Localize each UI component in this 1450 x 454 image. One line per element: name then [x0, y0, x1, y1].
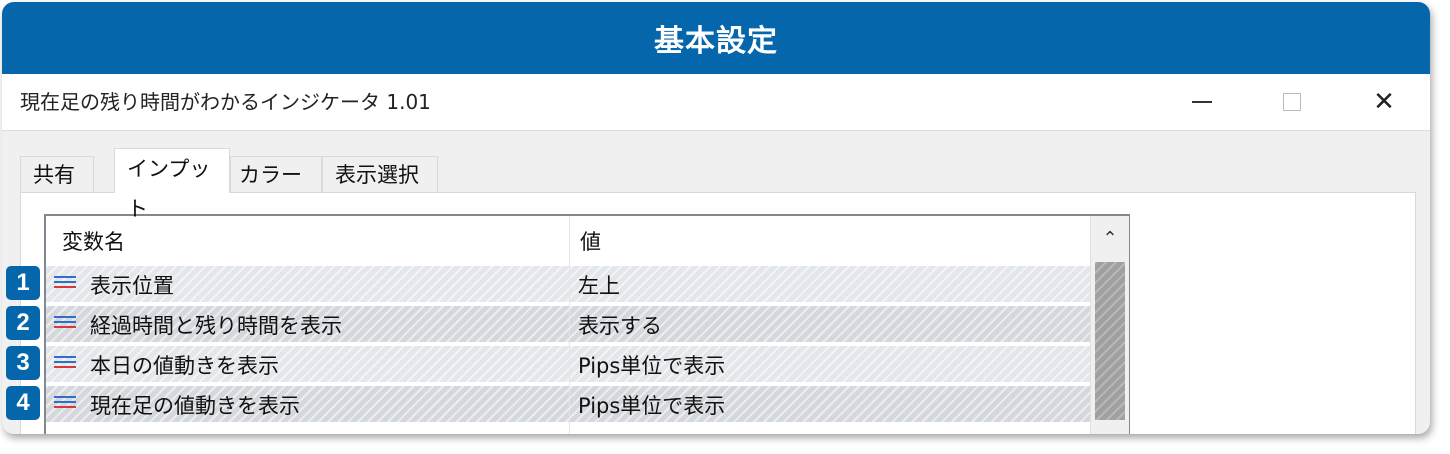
row-variable-name: 経過時間と残り時間を表示: [90, 314, 342, 338]
row-number-badge: 1: [6, 266, 40, 300]
row-value[interactable]: 表示する: [578, 306, 662, 344]
tab-input[interactable]: インプット: [114, 148, 230, 221]
settings-frame: 基本設定 現在足の残り時間がわかるインジケータ 1.01 ✕ 共有 インプット …: [2, 2, 1430, 434]
minimize-button[interactable]: [1172, 74, 1232, 130]
row-value[interactable]: Pips単位で表示: [578, 386, 725, 424]
parameter-icon: [54, 276, 76, 294]
row-value[interactable]: Pips単位で表示: [578, 346, 725, 384]
maximize-button[interactable]: [1262, 74, 1322, 130]
row-variable-name: 表示位置: [90, 274, 174, 298]
row-number-badge: 4: [6, 386, 40, 420]
row-value[interactable]: 左上: [578, 266, 620, 304]
window-title: 現在足の残り時間がわかるインジケータ 1.01: [20, 90, 431, 114]
scrollbar-thumb[interactable]: [1095, 262, 1125, 420]
header-value[interactable]: 値: [580, 216, 601, 266]
banner-title: 基本設定: [2, 2, 1430, 74]
maximize-icon: [1283, 93, 1301, 111]
table-row[interactable]: 表示位置 左上: [46, 266, 1090, 304]
table-header: 変数名 値: [46, 216, 1090, 267]
table-row[interactable]: 現在足の値動きを表示 Pips単位で表示: [46, 386, 1090, 424]
row-number-badge: 2: [6, 306, 40, 340]
table-row[interactable]: 本日の値動きを表示 Pips単位で表示: [46, 346, 1090, 384]
close-icon: ✕: [1373, 87, 1395, 117]
minimize-icon: [1192, 101, 1212, 103]
row-variable-name: 本日の値動きを表示: [90, 354, 279, 378]
tab-color[interactable]: カラー: [230, 156, 322, 192]
close-button[interactable]: ✕: [1354, 74, 1414, 130]
tab-shared[interactable]: 共有: [20, 156, 94, 192]
header-variable-name[interactable]: 変数名: [62, 216, 125, 266]
parameter-icon: [54, 316, 76, 334]
column-divider: [569, 216, 570, 434]
input-parameter-table: 変数名 値 表示位置 左上 経過時間と残り時間を表示 表示する 本日の値動きを表…: [44, 214, 1130, 434]
parameter-icon: [54, 396, 76, 414]
chevron-up-icon: ⌃: [1102, 227, 1118, 249]
parameter-icon: [54, 356, 76, 374]
window-titlebar: 現在足の残り時間がわかるインジケータ 1.01 ✕: [2, 74, 1430, 131]
table-row[interactable]: 経過時間と残り時間を表示 表示する: [46, 306, 1090, 344]
row-variable-name: 現在足の値動きを表示: [90, 394, 300, 418]
row-number-badge: 3: [6, 346, 40, 380]
tab-display-selection[interactable]: 表示選択: [322, 156, 438, 192]
vertical-scrollbar[interactable]: ⌃: [1090, 216, 1129, 434]
scroll-up-button[interactable]: ⌃: [1091, 216, 1129, 260]
